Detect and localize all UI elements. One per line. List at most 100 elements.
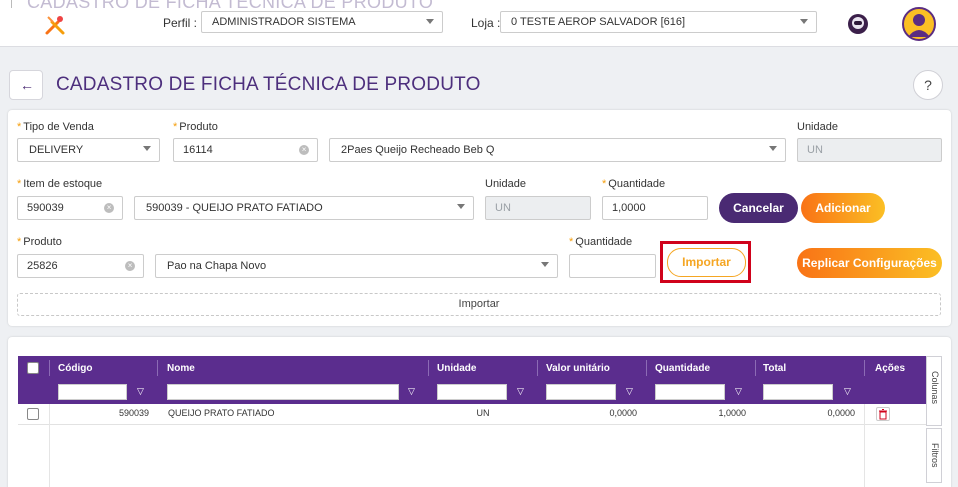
filter-icon[interactable]: ▽ bbox=[517, 386, 524, 397]
replicar-configuracoes-button[interactable]: Replicar Configurações bbox=[797, 248, 942, 278]
filter-total-input[interactable] bbox=[763, 384, 833, 400]
importar-drop-area[interactable]: Importar bbox=[17, 293, 941, 316]
item-code-value: 590039 bbox=[27, 202, 64, 214]
produto-name-value: 2Paes Queijo Recheado Beb Q bbox=[341, 144, 495, 156]
grid-column-line bbox=[864, 404, 865, 487]
trash-icon bbox=[879, 409, 887, 420]
grid-header: Código Nome Unidade Valor unitário Quant… bbox=[18, 356, 926, 380]
col-quantidade[interactable]: Quantidade bbox=[655, 363, 710, 374]
produto-code-input[interactable]: 16114 × bbox=[173, 138, 318, 162]
astronaut-icon[interactable] bbox=[846, 12, 870, 36]
arrow-left-icon: ← bbox=[20, 77, 34, 93]
column-separator bbox=[755, 360, 756, 376]
grid-filter-row: ▽ ▽ ▽ ▽ ▽ ▽ bbox=[18, 380, 926, 404]
produto2-name-select[interactable]: Pao na Chapa Novo bbox=[155, 254, 558, 278]
produto2-name-value: Pao na Chapa Novo bbox=[167, 260, 267, 272]
column-separator bbox=[157, 360, 158, 376]
produto-label: * Produto bbox=[173, 121, 218, 133]
unidade-field: UN bbox=[797, 138, 942, 162]
user-icon bbox=[908, 14, 930, 37]
filter-icon[interactable]: ▽ bbox=[844, 386, 851, 397]
perfil-select-value: ADMINISTRADOR SISTEMA bbox=[212, 16, 356, 28]
restaurant-logo-icon[interactable] bbox=[44, 14, 66, 36]
col-unidade[interactable]: Unidade bbox=[437, 363, 476, 374]
col-codigo[interactable]: Código bbox=[58, 363, 92, 374]
cell-valor: 0,0000 bbox=[609, 408, 637, 418]
filter-icon[interactable]: ▽ bbox=[735, 386, 742, 397]
colunas-side-tab[interactable]: Colunas bbox=[926, 356, 942, 426]
perfil-select[interactable]: ADMINISTRADOR SISTEMA bbox=[201, 11, 443, 33]
column-separator bbox=[864, 360, 865, 376]
filter-valor-input[interactable] bbox=[546, 384, 616, 400]
cancelar-button[interactable]: Cancelar bbox=[719, 193, 798, 223]
col-nome[interactable]: Nome bbox=[167, 363, 195, 374]
clear-icon[interactable]: × bbox=[125, 261, 135, 271]
perfil-label: Perfil : bbox=[163, 16, 198, 30]
highlight-box bbox=[660, 241, 751, 283]
filtros-side-tab[interactable]: Filtros bbox=[926, 428, 942, 483]
unidade-label: Unidade bbox=[797, 121, 838, 133]
filter-codigo-input[interactable] bbox=[58, 384, 127, 400]
cell-quantidade: 1,0000 bbox=[718, 408, 746, 418]
user-avatar[interactable] bbox=[902, 7, 936, 41]
chevron-down-icon bbox=[426, 19, 434, 24]
quantidade2-label: * Quantidade bbox=[569, 236, 633, 248]
delete-row-button[interactable] bbox=[876, 407, 890, 421]
quantidade-label: * Quantidade bbox=[602, 178, 666, 190]
item-name-value: 590039 - QUEIJO PRATO FATIADO bbox=[146, 202, 323, 214]
filter-unidade-input[interactable] bbox=[437, 384, 507, 400]
grid-column-line bbox=[49, 404, 50, 487]
column-separator bbox=[537, 360, 538, 376]
item-unidade-label: Unidade bbox=[485, 178, 526, 190]
chevron-down-icon bbox=[541, 262, 549, 267]
filter-quantidade-input[interactable] bbox=[655, 384, 725, 400]
produto2-code-input[interactable]: 25826 × bbox=[17, 254, 144, 278]
cell-codigo: 590039 bbox=[118, 408, 149, 418]
column-separator bbox=[646, 360, 647, 376]
select-all-checkbox[interactable] bbox=[27, 362, 39, 374]
column-separator bbox=[428, 360, 429, 376]
col-acoes: Ações bbox=[875, 363, 906, 374]
quantidade-input[interactable]: 1,0000 bbox=[602, 196, 708, 220]
filter-icon[interactable]: ▽ bbox=[137, 386, 144, 397]
item-estoque-label: * Item de estoque bbox=[17, 178, 103, 190]
row-checkbox[interactable] bbox=[27, 408, 39, 420]
clear-icon[interactable]: × bbox=[299, 145, 309, 155]
tipo-venda-label: * Tipo de Venda bbox=[17, 121, 94, 133]
filter-nome-input[interactable] bbox=[167, 384, 399, 400]
tipo-venda-select[interactable]: DELIVERY bbox=[17, 138, 160, 162]
top-bar: CADASTRO DE FICHA TÉCNICA DE PRODUTO Per… bbox=[0, 0, 958, 47]
loja-label: Loja : bbox=[471, 16, 501, 30]
item-code-input[interactable]: 590039 × bbox=[17, 196, 123, 220]
back-button[interactable]: ← bbox=[9, 70, 43, 100]
column-separator bbox=[49, 360, 50, 376]
filtros-tab-label: Filtros bbox=[930, 443, 940, 468]
filter-icon[interactable]: ▽ bbox=[626, 386, 633, 397]
chevron-down-icon bbox=[457, 204, 465, 209]
colunas-tab-label: Colunas bbox=[930, 371, 940, 405]
produto-name-select[interactable]: 2Paes Queijo Recheado Beb Q bbox=[329, 138, 786, 162]
cell-nome: QUEIJO PRATO FATIADO bbox=[168, 408, 275, 418]
chevron-down-icon bbox=[769, 146, 777, 151]
produto2-code-value: 25826 bbox=[27, 260, 58, 272]
adicionar-button[interactable]: Adicionar bbox=[801, 193, 885, 223]
cell-total: 0,0000 bbox=[827, 408, 855, 418]
produto2-label: * Produto bbox=[17, 236, 62, 248]
col-valor-unitario[interactable]: Valor unitário bbox=[546, 363, 610, 374]
tipo-venda-value: DELIVERY bbox=[29, 144, 84, 156]
clear-icon[interactable]: × bbox=[104, 203, 114, 213]
loja-select-value: 0 TESTE AEROP SALVADOR [616] bbox=[511, 16, 686, 28]
produto-code-value: 16114 bbox=[183, 144, 213, 156]
page-title: CADASTRO DE FICHA TÉCNICA DE PRODUTO bbox=[56, 74, 481, 95]
col-total[interactable]: Total bbox=[763, 363, 786, 374]
item-unidade-field: UN bbox=[485, 196, 591, 220]
help-button[interactable]: ? bbox=[913, 70, 943, 100]
chevron-down-icon bbox=[143, 146, 151, 151]
loja-select[interactable]: 0 TESTE AEROP SALVADOR [616] bbox=[500, 11, 817, 33]
table-row[interactable]: 590039 QUEIJO PRATO FATIADO UN 0,0000 1,… bbox=[18, 404, 926, 425]
filter-icon[interactable]: ▽ bbox=[408, 386, 415, 397]
ghost-divider bbox=[11, 0, 12, 8]
quantidade2-input[interactable] bbox=[569, 254, 656, 278]
item-name-select[interactable]: 590039 - QUEIJO PRATO FATIADO bbox=[134, 196, 474, 220]
cell-unidade: UN bbox=[476, 408, 490, 418]
